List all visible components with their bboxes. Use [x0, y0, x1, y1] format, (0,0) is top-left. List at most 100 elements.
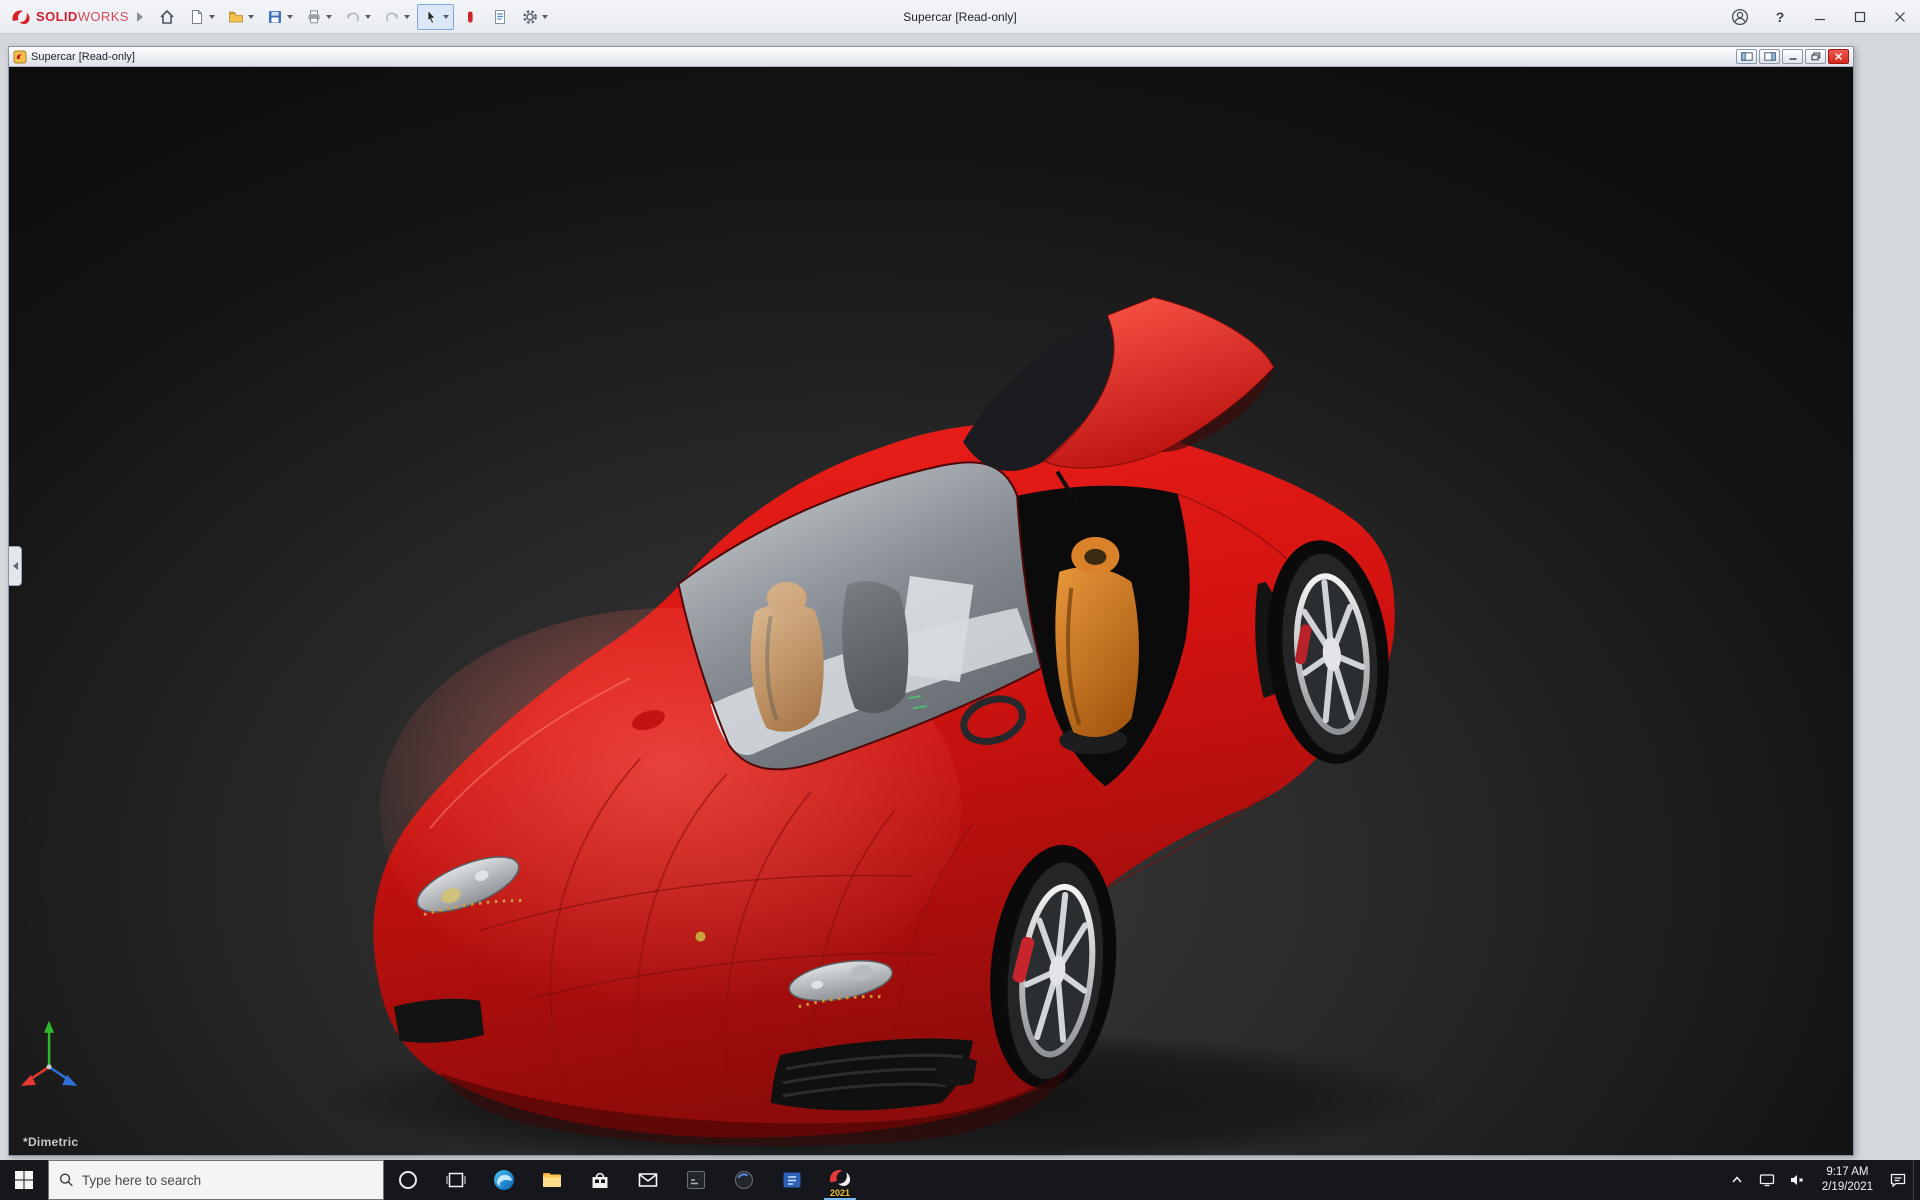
solidworks-taskbar-button[interactable]: 2021: [816, 1160, 864, 1200]
maximize-icon: [1854, 11, 1866, 22]
document-close-button[interactable]: [1828, 49, 1849, 64]
app-dark-icon: [687, 1171, 705, 1189]
left-intake[interactable]: [393, 998, 485, 1043]
task-view-icon: [446, 1172, 466, 1188]
volume-tray-button[interactable]: [1782, 1160, 1812, 1200]
account-button[interactable]: [1720, 0, 1760, 34]
action-center-button[interactable]: [1883, 1160, 1913, 1200]
screen: SOLIDWORKS Supercar [Read-only] ? Superc…: [0, 0, 1920, 1200]
save-dropdown-icon[interactable]: [286, 14, 293, 19]
undo-button[interactable]: [339, 4, 376, 30]
cortana-icon: [399, 1171, 417, 1189]
redo-button[interactable]: [378, 4, 415, 30]
document-window-controls: [1736, 49, 1849, 64]
options-button[interactable]: [516, 4, 553, 30]
save-icon: [268, 10, 281, 23]
account-icon: [1731, 8, 1749, 25]
maximize-button[interactable]: [1840, 0, 1880, 34]
cortana-button[interactable]: [384, 1160, 432, 1200]
save-button[interactable]: [261, 4, 298, 30]
taskbar-clock[interactable]: 9:17 AM 2/19/2021: [1812, 1160, 1883, 1200]
minimize-icon: [1815, 18, 1825, 20]
app-dark-button[interactable]: [672, 1160, 720, 1200]
hood-badge: [695, 931, 706, 942]
home-button[interactable]: [153, 4, 181, 30]
document-titlebar[interactable]: Supercar [Read-only]: [9, 47, 1853, 67]
minimize-button[interactable]: [1800, 0, 1840, 34]
orientation-triad: [21, 1020, 78, 1086]
file-explorer-button[interactable]: [528, 1160, 576, 1200]
search-input[interactable]: [81, 1172, 373, 1188]
open-dropdown-icon[interactable]: [247, 14, 254, 19]
clock-date: 2/19/2021: [1821, 1181, 1873, 1193]
new-document-button[interactable]: [183, 4, 220, 30]
split-left-pane-icon: [1740, 52, 1753, 61]
taskbar-search[interactable]: [48, 1160, 384, 1200]
3dexperience-button[interactable]: [456, 4, 484, 30]
file-properties-button[interactable]: [486, 4, 514, 30]
undo-dropdown-icon[interactable]: [364, 14, 371, 19]
show-desktop-button[interactable]: [1913, 1160, 1920, 1200]
app-round-button[interactable]: [720, 1160, 768, 1200]
mail-button[interactable]: [624, 1160, 672, 1200]
options-dropdown-icon[interactable]: [541, 14, 548, 19]
split-right-pane-button[interactable]: [1759, 49, 1780, 64]
document-close-icon: [1835, 53, 1842, 60]
edge-button[interactable]: [480, 1160, 528, 1200]
graphics-area[interactable]: [9, 67, 1853, 1155]
help-button[interactable]: ?: [1760, 0, 1800, 34]
mdi-area: Supercar [Read-only] *Dimetric: [0, 34, 1920, 1160]
select-button[interactable]: [416, 3, 454, 30]
expand-toolbar-icon[interactable]: [136, 11, 143, 22]
app-blue-button[interactable]: [768, 1160, 816, 1200]
featuremanager-collapsed-tab[interactable]: [9, 545, 22, 586]
taskbar-spacer: [864, 1160, 1722, 1200]
document-title: Supercar [Read-only]: [31, 50, 135, 63]
display-tray-button[interactable]: [1752, 1160, 1782, 1200]
undo-icon: [346, 11, 359, 22]
action-center-icon: [1890, 1173, 1906, 1188]
print-dropdown-icon[interactable]: [325, 14, 332, 19]
home-icon: [160, 9, 174, 24]
split-right-pane-icon: [1763, 52, 1776, 61]
start-button[interactable]: [0, 1160, 48, 1200]
app-window-controls: ?: [1720, 0, 1920, 33]
document-minimize-button[interactable]: [1782, 49, 1803, 64]
close-icon: [1895, 11, 1905, 22]
chevron-up-icon: [1732, 1176, 1742, 1183]
document-icon: [13, 50, 27, 63]
mail-icon: [638, 1173, 658, 1187]
task-view-button[interactable]: [432, 1160, 480, 1200]
app-titlebar: SOLIDWORKS Supercar [Read-only] ?: [0, 0, 1920, 34]
viewport-3d[interactable]: *Dimetric: [9, 67, 1853, 1155]
print-button[interactable]: [300, 4, 337, 30]
file-explorer-icon: [543, 1173, 561, 1187]
document-restore-button[interactable]: [1805, 49, 1826, 64]
supercar-model[interactable]: [319, 296, 1442, 1155]
solidworks-brand: SOLIDWORKS: [0, 8, 135, 25]
file-properties-icon: [494, 9, 505, 24]
print-icon: [308, 9, 320, 23]
document-restore-icon: [1811, 52, 1820, 61]
new-document-dropdown-icon[interactable]: [208, 14, 215, 19]
hidden-icons-button[interactable]: [1722, 1160, 1752, 1200]
edge-icon: [494, 1170, 514, 1190]
redo-icon: [385, 11, 399, 22]
right-lower-vent[interactable]: [935, 1057, 978, 1086]
store-button[interactable]: [576, 1160, 624, 1200]
open-button[interactable]: [222, 4, 259, 30]
redo-dropdown-icon[interactable]: [403, 14, 410, 19]
collapse-arrow-icon: [12, 561, 18, 570]
document-minimize-icon: [1789, 58, 1796, 60]
close-button[interactable]: [1880, 0, 1920, 34]
brand-text: SOLIDWORKS: [36, 9, 129, 24]
select-icon: [427, 9, 436, 24]
solidworks-logo-icon: [12, 10, 30, 25]
store-icon: [592, 1172, 608, 1188]
clock-time: 9:17 AM: [1826, 1166, 1869, 1179]
quick-access-toolbar: [153, 3, 553, 30]
split-left-pane-button[interactable]: [1736, 49, 1757, 64]
solidworks-taskbar-icon: [830, 1170, 851, 1187]
right-seat-headrest-pad: [1084, 548, 1107, 565]
select-dropdown-icon[interactable]: [442, 14, 449, 19]
